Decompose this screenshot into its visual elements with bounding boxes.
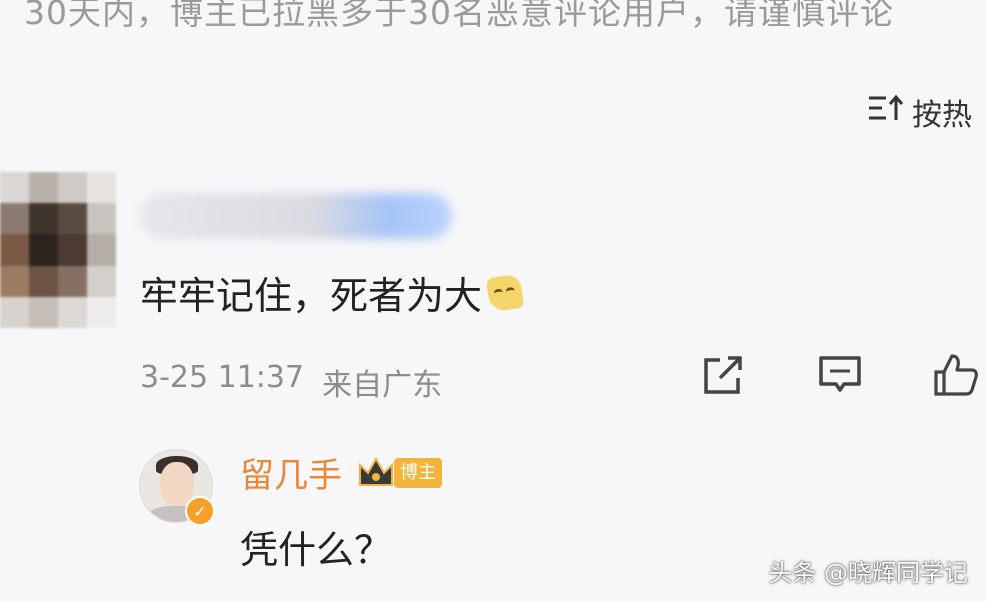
- blocked-users-notice: 30天内，博主已拉黑多于30名恶意评论用户，请谨慎评论: [24, 0, 894, 32]
- sort-by-hot-button[interactable]: 按热: [866, 90, 972, 134]
- comment-body: 牢牢记住，死者为大: [140, 265, 525, 320]
- comment-text: 牢牢记住，死者为大: [140, 274, 483, 318]
- commenter-username-redacted[interactable]: [140, 193, 452, 239]
- like-button[interactable]: [932, 352, 980, 398]
- share-icon: [704, 356, 742, 394]
- comment-meta: 3-25 11:37 来自广东: [140, 360, 442, 404]
- share-button[interactable]: [700, 352, 748, 398]
- watermark: 头条 @晓辉同学记: [768, 559, 968, 587]
- commenter-avatar-pixelated[interactable]: [0, 172, 116, 328]
- smirk-emoji-icon: [485, 273, 525, 312]
- sort-icon: [866, 90, 906, 134]
- verified-icon: ✓: [185, 496, 215, 526]
- reply-text: 凭什么？: [240, 528, 393, 572]
- comment-date: 3-25 11:37: [140, 360, 305, 395]
- comment-location: 来自广东: [322, 368, 443, 403]
- comment-icon: [819, 356, 861, 392]
- reply-author: 留几手 博主: [240, 448, 442, 497]
- reply-username[interactable]: 留几手: [240, 448, 342, 497]
- comment-button[interactable]: [816, 352, 864, 398]
- sort-label: 按热: [912, 98, 972, 133]
- crown-icon: [359, 456, 393, 486]
- blogger-badge: 博主: [356, 455, 442, 491]
- like-icon: [934, 354, 978, 396]
- blogger-badge-label: 博主: [394, 457, 442, 488]
